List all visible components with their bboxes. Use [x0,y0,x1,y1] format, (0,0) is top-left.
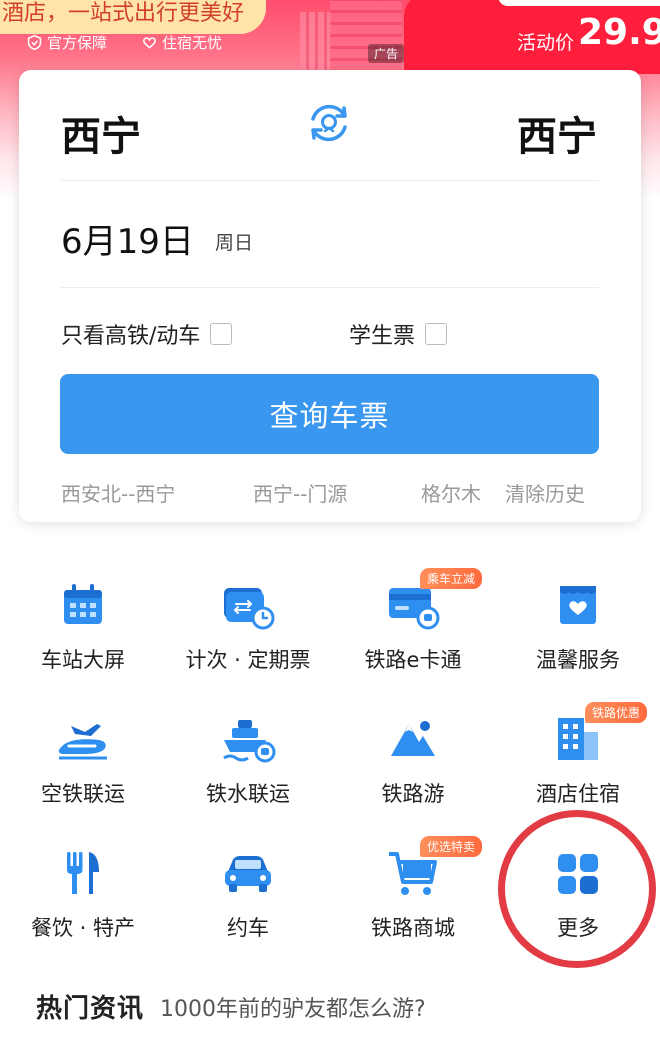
service-care[interactable]: 温馨服务 [503,578,653,688]
heart-hands-icon [143,37,157,49]
banner-tags: 官方保障 住宿无忧 [26,32,222,53]
divider [61,287,599,288]
banner-building-image [300,12,332,70]
service-badge: 乘车立减 [420,568,483,589]
service-hotel[interactable]: 铁路优惠 酒店住宿 [503,702,653,822]
heart-service-icon [560,586,596,624]
service-food[interactable]: 餐饮 · 特产 [8,846,158,956]
swap-icon [311,104,347,142]
service-label: 车站大屏 [41,648,125,672]
service-badge: 铁路优惠 [585,702,648,723]
service-label: 餐饮 · 特产 [30,916,136,940]
banner-slogan: 酒店，一站式出行更美好 [0,0,267,34]
service-rail-tour[interactable]: 铁路游 [338,712,488,822]
service-multi-ticket[interactable]: 计次 · 定期票 [173,578,323,688]
promo-panel-notch [498,0,660,6]
service-label: 温馨服务 [536,648,620,672]
plane-train-icon [58,724,107,760]
history-item[interactable]: 西宁--门源 [253,478,347,507]
service-label: 铁水联运 [206,782,290,806]
service-label: 酒店住宿 [536,782,620,806]
ticket-search-card: 西宁 西宁 6月19日 周日 只看高铁/动车 学生票 查询车票 西安北--西宁 … [19,70,641,522]
history-item[interactable]: 格尔木 [421,478,481,507]
swap-stations-button[interactable] [304,98,354,148]
fork-knife-icon [67,852,99,894]
student-ticket-option[interactable]: 学生票 [349,318,448,350]
service-station-screen[interactable]: 车站大屏 [8,578,158,688]
high-speed-only-checkbox[interactable] [210,323,233,345]
ship-train-icon [223,720,276,763]
highlight-circle [498,810,656,968]
promo-label: 活动价 [517,32,575,54]
service-rail-mall[interactable]: 优选特卖 铁路商城 [338,836,488,956]
hot-news-bar[interactable]: 热门资讯 1000年前的驴友都怎么游? [36,988,426,1025]
service-rail-water[interactable]: 铁水联运 [173,712,323,822]
service-air-rail[interactable]: 空铁联运 [8,712,158,822]
from-city[interactable]: 西宁 [61,104,141,162]
service-car[interactable]: 约车 [173,846,323,956]
service-label: 铁路游 [381,782,445,806]
departure-weekday: 周日 [215,232,254,254]
to-city[interactable]: 西宁 [517,104,597,162]
shield-icon [27,34,42,51]
departure-date[interactable]: 6月19日 [61,214,194,263]
banner-tag-stay: 住宿无忧 [141,32,222,53]
clear-history-button[interactable]: 清除历史 [505,478,585,507]
ad-badge: 广告 [368,44,405,63]
service-label: 空铁联运 [41,782,125,806]
banner-tag-label: 官方保障 [47,34,108,52]
hot-news-title: 热门资讯 [36,994,145,1024]
promo-price: 29.9 [578,12,660,53]
history-item[interactable]: 西安北--西宁 [61,478,175,507]
banner-tag-label: 住宿无忧 [162,34,223,52]
student-ticket-checkbox[interactable] [425,323,448,345]
service-label: 铁路e卡通 [364,648,462,672]
student-ticket-label: 学生票 [349,324,416,349]
service-label: 铁路商城 [371,916,455,940]
high-speed-only-option[interactable]: 只看高铁/动车 [61,318,233,350]
service-e-card[interactable]: 乘车立减 铁路e卡通 [338,568,488,688]
service-label: 计次 · 定期票 [185,648,311,672]
service-badge: 优选特卖 [420,836,483,857]
hot-news-headline[interactable]: 1000年前的驴友都怎么游? [160,991,426,1023]
car-icon [225,856,271,892]
calendar-icon [64,584,102,624]
divider [61,180,599,181]
service-label: 约车 [227,916,269,940]
banner-tag-guarantee: 官方保障 [26,32,107,53]
high-speed-only-label: 只看高铁/动车 [61,324,201,349]
search-tickets-button[interactable]: 查询车票 [60,374,599,454]
mountain-icon [391,721,435,756]
ticket-wallet-icon [224,588,275,630]
